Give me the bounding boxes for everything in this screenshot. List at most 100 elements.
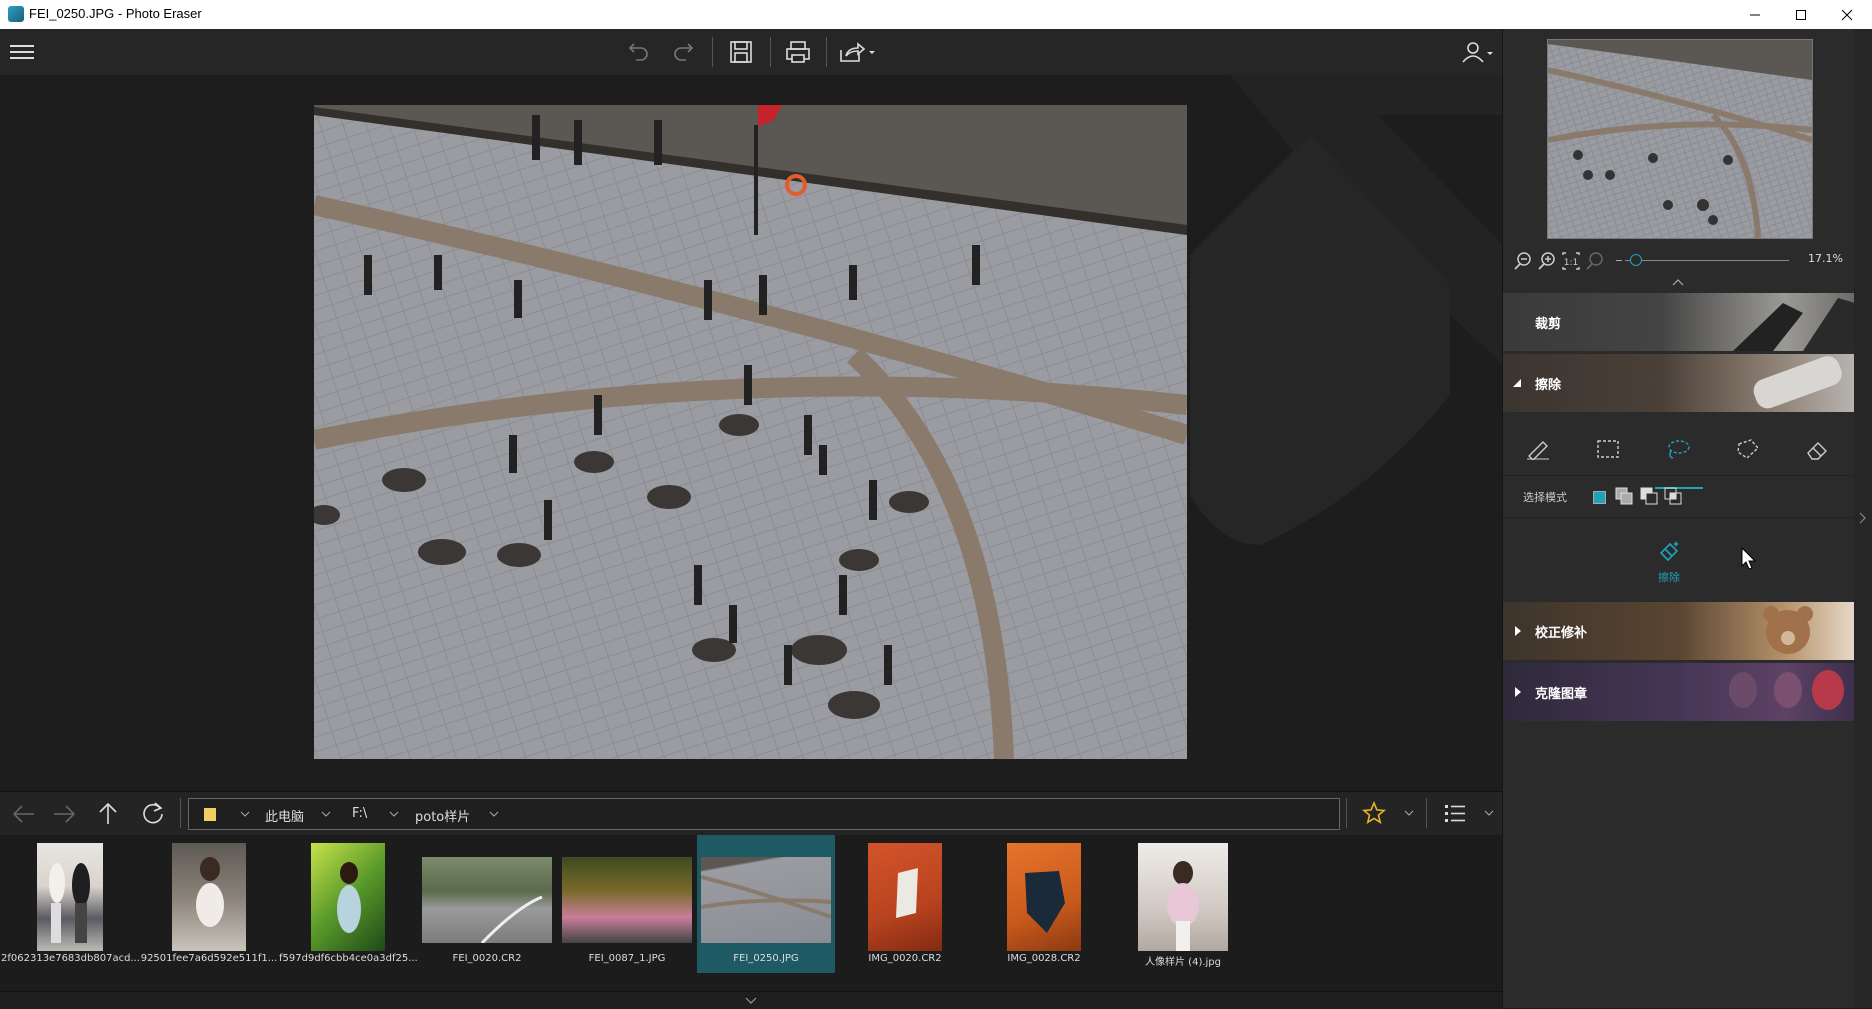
path-segment-this-pc[interactable]: 此电脑	[265, 806, 304, 825]
print-button[interactable]	[781, 36, 815, 68]
toolbar-separator	[770, 37, 771, 67]
polygon-lasso-tool[interactable]	[1713, 429, 1783, 469]
chevron-down-icon[interactable]	[1484, 810, 1494, 816]
select-mode-label: 选择模式	[1523, 491, 1567, 504]
chevron-right-icon[interactable]	[1858, 511, 1868, 525]
share-button[interactable]	[836, 36, 880, 68]
maximize-button[interactable]	[1778, 0, 1824, 29]
save-button[interactable]	[724, 36, 758, 68]
toolbar-separator	[712, 37, 713, 67]
erase-magic-icon	[1659, 541, 1679, 562]
strip-collapse-bar[interactable]	[0, 991, 1502, 1009]
file-name: FEI_0087_1.JPG	[588, 953, 666, 964]
repair-banner-art	[1763, 606, 1813, 654]
save-icon	[730, 41, 752, 63]
nav-separator	[1346, 798, 1347, 828]
file-name: IMG_0020.CR2	[868, 953, 942, 964]
chevron-down-icon[interactable]	[321, 811, 331, 817]
right-tool-panel: 1:1 17.1% 裁剪 擦除 选择模式 擦除 校正修补 克隆图章	[1502, 29, 1855, 1008]
file-thumbnail	[1138, 843, 1228, 951]
sort-list-icon[interactable]	[1443, 801, 1469, 825]
folder-icon	[204, 808, 216, 821]
star-icon[interactable]	[1362, 801, 1386, 825]
lasso-tool[interactable]	[1643, 429, 1713, 469]
print-icon	[786, 41, 810, 63]
zoom-slider-minus	[1616, 260, 1622, 261]
back-arrow-icon[interactable]	[10, 802, 36, 826]
erase-banner-art	[1753, 356, 1842, 409]
close-button[interactable]	[1824, 0, 1870, 29]
refresh-icon[interactable]	[140, 800, 166, 826]
file-item[interactable]: FEI_0087_1.JPG	[558, 835, 696, 973]
zoom-out-icon[interactable]	[1513, 251, 1533, 271]
divider	[1503, 475, 1855, 476]
file-item[interactable]: f597d9df6cbb4ce0a3df25...	[279, 835, 417, 973]
edited-photo[interactable]	[314, 105, 1187, 759]
eraser-tool[interactable]	[1783, 429, 1853, 469]
file-thumbnail	[37, 843, 103, 951]
title-bar: FEI_0250.JPG - Photo Eraser	[0, 0, 1872, 29]
redo-button[interactable]	[666, 36, 700, 68]
hamburger-icon	[10, 45, 34, 59]
eraser-icon	[1807, 442, 1827, 460]
chevron-down-icon[interactable]	[240, 811, 250, 817]
file-name: FEI_0020.CR2	[452, 953, 522, 964]
file-item[interactable]: 92501fee7a6d592e511f1...	[140, 835, 278, 973]
menu-button[interactable]	[5, 36, 39, 68]
zoom-slider-track[interactable]	[1625, 260, 1789, 261]
up-arrow-icon[interactable]	[96, 800, 120, 826]
select-mode-new[interactable]	[1593, 491, 1606, 504]
chevron-down-icon[interactable]	[1404, 810, 1414, 816]
fit-window-icon[interactable]	[1585, 251, 1605, 271]
chevron-down-icon[interactable]	[489, 811, 499, 817]
panel-collapse-strip[interactable]	[1854, 29, 1872, 1008]
select-mode-subtract[interactable]	[1640, 487, 1658, 505]
select-mode-intersect[interactable]	[1664, 487, 1682, 505]
expand-arrow-icon	[1515, 626, 1521, 636]
undo-icon	[628, 43, 648, 61]
minimize-button[interactable]	[1732, 0, 1778, 29]
file-item[interactable]: FEI_0020.CR2	[418, 835, 556, 973]
file-item[interactable]: 人像样片 (4).jpg	[1114, 835, 1252, 973]
section-erase[interactable]: 擦除	[1503, 354, 1855, 412]
file-name: 2f062313e7683db807acd...	[1, 953, 139, 964]
file-name: 人像样片 (4).jpg	[1145, 957, 1221, 968]
collapse-arrow-icon	[1513, 379, 1521, 387]
section-repair[interactable]: 校正修补	[1503, 602, 1855, 660]
select-mode-add[interactable]	[1615, 487, 1633, 505]
file-item[interactable]: IMG_0028.CR2	[975, 835, 1113, 973]
polygon-lasso-icon	[1737, 439, 1759, 459]
section-crop[interactable]: 裁剪	[1503, 293, 1855, 351]
zoom-slider-thumb[interactable]	[1629, 254, 1642, 266]
chevron-down-icon[interactable]	[389, 811, 399, 817]
zoom-in-icon[interactable]	[1537, 251, 1557, 271]
erase-action-button[interactable]: 擦除	[1649, 539, 1689, 589]
section-clone-stamp[interactable]: 克隆图章	[1503, 663, 1855, 721]
file-thumbnail	[868, 843, 942, 951]
maximize-icon	[1796, 9, 1806, 20]
path-segment-folder[interactable]: poto样片	[415, 806, 470, 825]
path-segment-drive[interactable]: F:\	[352, 806, 367, 821]
file-strip: 2f062313e7683db807acd... 92501fee7a6d592…	[0, 835, 1502, 991]
chevron-down-icon[interactable]	[744, 996, 758, 1006]
undo-button[interactable]	[622, 36, 656, 68]
file-item-selected[interactable]: FEI_0250.JPG	[697, 835, 835, 973]
brush-tool[interactable]	[1503, 429, 1573, 469]
file-item[interactable]: 2f062313e7683db807acd...	[1, 835, 139, 973]
image-canvas[interactable]	[0, 75, 1502, 791]
file-name: IMG_0028.CR2	[1007, 953, 1081, 964]
file-thumbnail	[422, 857, 552, 943]
nav-separator	[1426, 798, 1427, 828]
collapse-navigator-icon[interactable]	[1671, 277, 1685, 287]
file-name: f597d9df6cbb4ce0a3df25...	[279, 953, 417, 964]
file-item[interactable]: IMG_0020.CR2	[836, 835, 974, 973]
navigator-thumbnail[interactable]	[1547, 39, 1813, 239]
file-thumbnail	[311, 843, 385, 951]
actual-size-icon[interactable]: 1:1	[1561, 251, 1581, 271]
path-breadcrumb[interactable]: 此电脑 F:\ poto样片	[188, 798, 1340, 830]
svg-text:1:1: 1:1	[1564, 258, 1578, 268]
account-button[interactable]	[1458, 36, 1498, 68]
rectangle-select-tool[interactable]	[1573, 429, 1643, 469]
toolbar-separator	[826, 37, 827, 67]
forward-arrow-icon[interactable]	[52, 802, 78, 826]
